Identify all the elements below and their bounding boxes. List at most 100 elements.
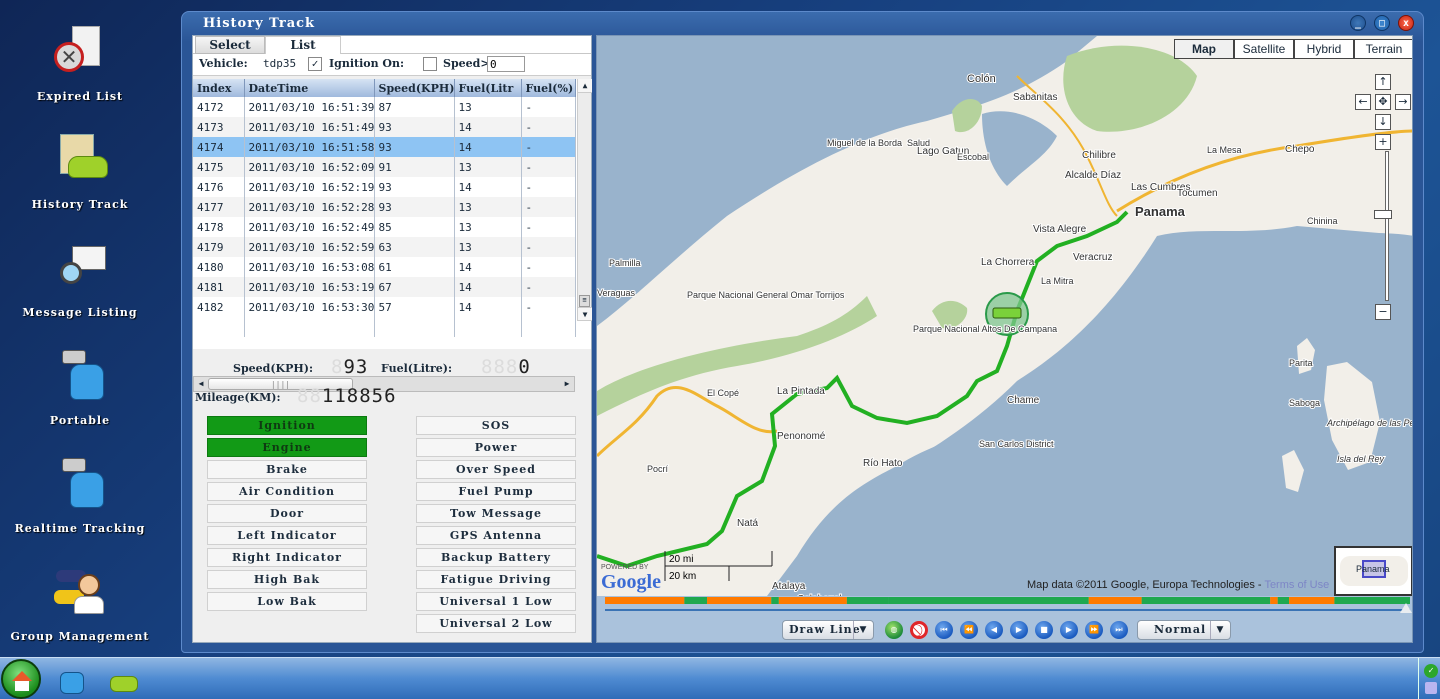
stop-icon: ■	[1040, 625, 1048, 634]
pan-right-button[interactable]: →	[1395, 94, 1411, 110]
status-left-indicator: Left Indicator	[207, 526, 367, 545]
map-type-hybrid[interactable]: Hybrid	[1294, 39, 1354, 59]
desktop-icon-expired-list[interactable]: ✕ Expired List	[10, 24, 150, 103]
table-cell: 85	[374, 217, 455, 237]
previous-button[interactable]: ◀	[985, 621, 1003, 639]
speed-threshold-input[interactable]	[487, 56, 525, 72]
strip-segment-idle	[778, 597, 847, 604]
zoom-in-button[interactable]: +	[1375, 134, 1391, 150]
center-icon: ✥	[1378, 95, 1388, 108]
map-label: Atalaya	[772, 581, 806, 592]
step-back-icon: ◀	[990, 625, 998, 634]
desktop-icon-realtime-tracking[interactable]: Realtime Tracking	[10, 456, 150, 535]
table-row[interactable]: 4180 2011/03/10 16:53:08 61 14-	[193, 257, 576, 277]
desktop-icon-message-listing[interactable]: Message Listing	[10, 240, 150, 319]
timeline-handle[interactable]	[1400, 603, 1412, 613]
map-type-map[interactable]: Map	[1174, 39, 1234, 59]
history-track-window: History Track _ □ x Select List Vehicle:…	[181, 11, 1424, 653]
maximize-button[interactable]: □	[1374, 15, 1390, 31]
next-button[interactable]: ▶	[1060, 621, 1078, 639]
rewind-icon: ⏪	[964, 625, 974, 634]
strip-segment-idle	[707, 597, 772, 604]
zoom-slider-thumb[interactable]	[1374, 209, 1392, 219]
zoom-slider-track[interactable]	[1385, 151, 1389, 301]
trip-status-strip[interactable]	[605, 597, 1410, 604]
mileage-gauge-label: Mileage(KM):	[195, 391, 281, 404]
map-view[interactable]: Panama Colón Sabanitas Lago Gatun Salud …	[597, 36, 1412, 596]
table-cell: 61	[374, 257, 455, 277]
close-button[interactable]: x	[1398, 15, 1414, 31]
table-row[interactable]: 4174 2011/03/10 16:51:58 93 14-	[193, 137, 576, 157]
taskbar: ✓	[0, 657, 1440, 699]
map-label: Saboga	[1289, 398, 1320, 408]
network-icon	[1425, 682, 1437, 694]
column-header[interactable]: Fuel(Litr	[454, 79, 522, 97]
table-cell: 87	[374, 97, 455, 117]
table-row[interactable]: 4178 2011/03/10 16:52:49 85 13-	[193, 217, 576, 237]
table-cell: 14	[454, 297, 522, 317]
table-cell: 4181	[193, 277, 245, 297]
table-row[interactable]: 4173 2011/03/10 16:51:49 93 14-	[193, 117, 576, 137]
table-cell: 4178	[193, 217, 245, 237]
play-button[interactable]: ▶	[1010, 621, 1028, 639]
tab-select[interactable]: Select	[195, 36, 265, 54]
timeline-track[interactable]	[605, 609, 1410, 611]
desktop-icon-label: Portable	[49, 414, 111, 427]
table-cell: -	[521, 137, 576, 157]
mileage-gauge-value: 88118856	[297, 385, 397, 407]
map-type-terrain[interactable]: Terrain	[1354, 39, 1412, 59]
globe-button[interactable]: ◍	[885, 621, 903, 639]
rewind-button[interactable]: ⏪	[960, 621, 978, 639]
scroll-up-icon[interactable]: ▲	[578, 79, 592, 93]
stop-button[interactable]: ■	[1035, 621, 1053, 639]
clear-route-button[interactable]: ⃠	[910, 621, 928, 639]
fuel-gauge-value: 8880	[481, 356, 531, 378]
ignition-checkbox[interactable]: ✓	[308, 57, 322, 71]
column-header[interactable]: DateTime	[244, 79, 375, 97]
taskbar-app-realtime-tracking[interactable]	[52, 662, 88, 696]
column-header[interactable]: Index	[193, 79, 245, 97]
overview-map[interactable]: Panama	[1334, 546, 1412, 596]
pan-left-button[interactable]: ←	[1355, 94, 1371, 110]
scroll-thumb[interactable]: ≡	[579, 295, 590, 307]
desktop-icon-portable[interactable]: Portable	[10, 348, 150, 427]
table-row[interactable]: 4176 2011/03/10 16:52:19 93 14-	[193, 177, 576, 197]
vertical-scrollbar[interactable]: ▲ ≡ ▼	[577, 79, 592, 321]
home-button[interactable]	[1, 659, 41, 699]
status-air-condition: Air Condition	[207, 482, 367, 501]
status-power: Power	[416, 438, 576, 457]
desktop-icon-group-management[interactable]: Group Management	[10, 564, 150, 643]
table-row[interactable]: 4181 2011/03/10 16:53:19 67 14-	[193, 277, 576, 297]
check-icon: ✓	[1424, 664, 1438, 678]
playback-speed-dropdown[interactable]: Normal ▼	[1137, 620, 1231, 640]
table-cell	[374, 317, 455, 337]
map-label-park: Parque Nacional General Omar Torrijos	[687, 290, 845, 300]
speed-checkbox[interactable]	[423, 57, 437, 71]
desktop-icon-history-track[interactable]: History Track	[10, 132, 150, 211]
terms-of-use-link[interactable]: Terms of Use	[1264, 579, 1329, 591]
column-header[interactable]: Speed(KPH)	[374, 79, 455, 97]
table-row[interactable]: 4175 2011/03/10 16:52:09 91 13-	[193, 157, 576, 177]
scroll-down-icon[interactable]: ▼	[578, 307, 592, 321]
fast-forward-icon: ⏩	[1089, 625, 1099, 634]
table-row[interactable]: 4179 2011/03/10 16:52:59 63 13-	[193, 237, 576, 257]
table-cell: -	[521, 117, 576, 137]
tab-list[interactable]: List	[265, 36, 341, 55]
fast-forward-button[interactable]: ⏩	[1085, 621, 1103, 639]
column-header[interactable]: Fuel(%)	[521, 79, 576, 97]
table-row[interactable]: 4172 2011/03/10 16:51:39 87 13-	[193, 97, 576, 117]
minimize-button[interactable]: _	[1350, 15, 1366, 31]
first-button[interactable]: ⏮	[935, 621, 953, 639]
taskbar-app-history-track[interactable]	[104, 662, 140, 696]
last-button[interactable]: ⏭	[1110, 621, 1128, 639]
table-row[interactable]: 4177 2011/03/10 16:52:28 93 13-	[193, 197, 576, 217]
map-type-satellite[interactable]: Satellite	[1234, 39, 1294, 59]
draw-mode-dropdown[interactable]: Draw Line ▼	[782, 620, 874, 640]
zoom-out-button[interactable]: −	[1375, 304, 1391, 320]
pan-up-button[interactable]: ↑	[1375, 74, 1391, 90]
table-cell: -	[521, 297, 576, 317]
pan-center-button[interactable]: ✥	[1375, 94, 1391, 110]
table-row[interactable]: 4182 2011/03/10 16:53:30 57 14-	[193, 297, 576, 317]
table-cell: 4179	[193, 237, 245, 257]
pan-down-button[interactable]: ↓	[1375, 114, 1391, 130]
